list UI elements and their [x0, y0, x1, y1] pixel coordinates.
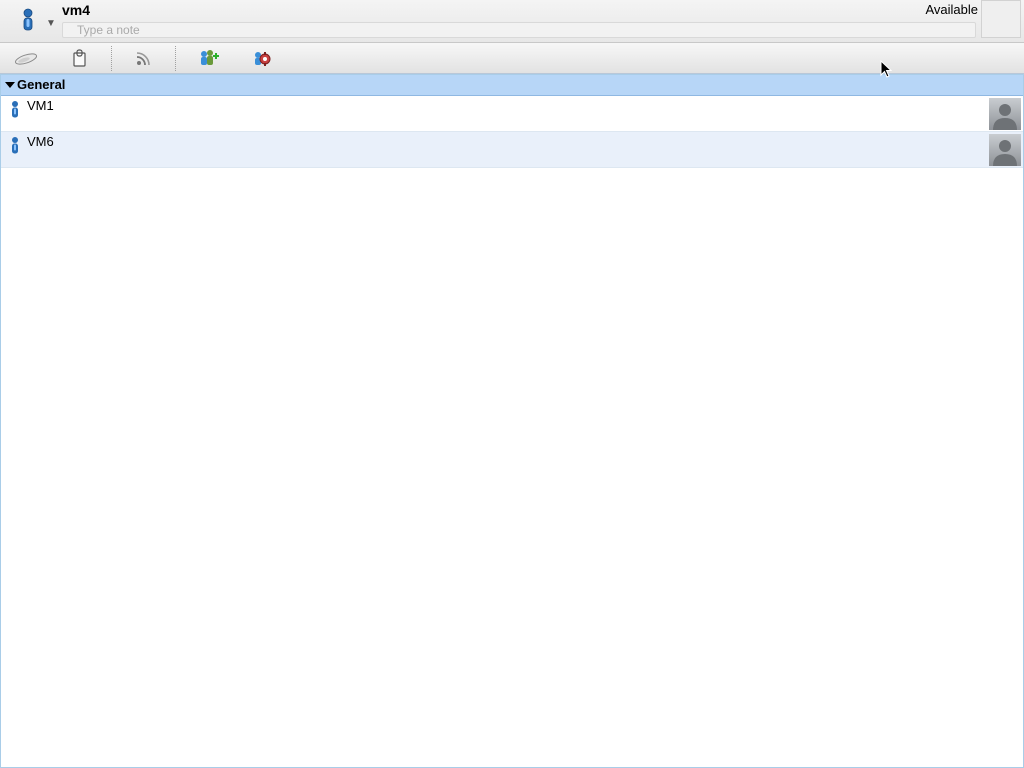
contact-row-vm6[interactable]: VM6	[1, 132, 1023, 168]
note-input[interactable]	[62, 22, 976, 38]
toolbar-separator	[111, 46, 112, 71]
group-header-general[interactable]: General	[1, 75, 1023, 96]
cloud-icon[interactable]	[13, 48, 38, 68]
group-label: General	[17, 77, 66, 92]
settings-gear-icon[interactable]	[251, 48, 275, 68]
user-presence-icon	[9, 136, 21, 154]
chevron-down-icon[interactable]: ▼	[46, 19, 56, 29]
user-status-header: ▼ vm4 Available	[0, 0, 1024, 43]
default-avatar-icon	[989, 134, 1021, 166]
status-label[interactable]: Available	[925, 3, 978, 17]
toolbar	[0, 43, 1024, 74]
default-avatar-icon	[989, 98, 1021, 130]
add-contact-icon[interactable]	[198, 48, 222, 68]
mouse-cursor-icon	[880, 59, 893, 78]
username-label: vm4	[62, 2, 91, 18]
contact-list: General VM1 VM6	[0, 74, 1024, 768]
contact-row-vm1[interactable]: VM1	[1, 96, 1023, 132]
contact-name: VM1	[27, 98, 54, 113]
contact-name: VM6	[27, 134, 54, 149]
toolbar-separator	[175, 46, 176, 71]
user-presence-icon	[9, 100, 21, 118]
own-avatar[interactable]	[981, 0, 1021, 38]
expand-arrow-icon[interactable]	[5, 82, 15, 88]
rss-feed-icon[interactable]	[134, 48, 158, 68]
clipboard-icon[interactable]	[70, 48, 94, 68]
user-presence-icon[interactable]	[20, 8, 36, 32]
